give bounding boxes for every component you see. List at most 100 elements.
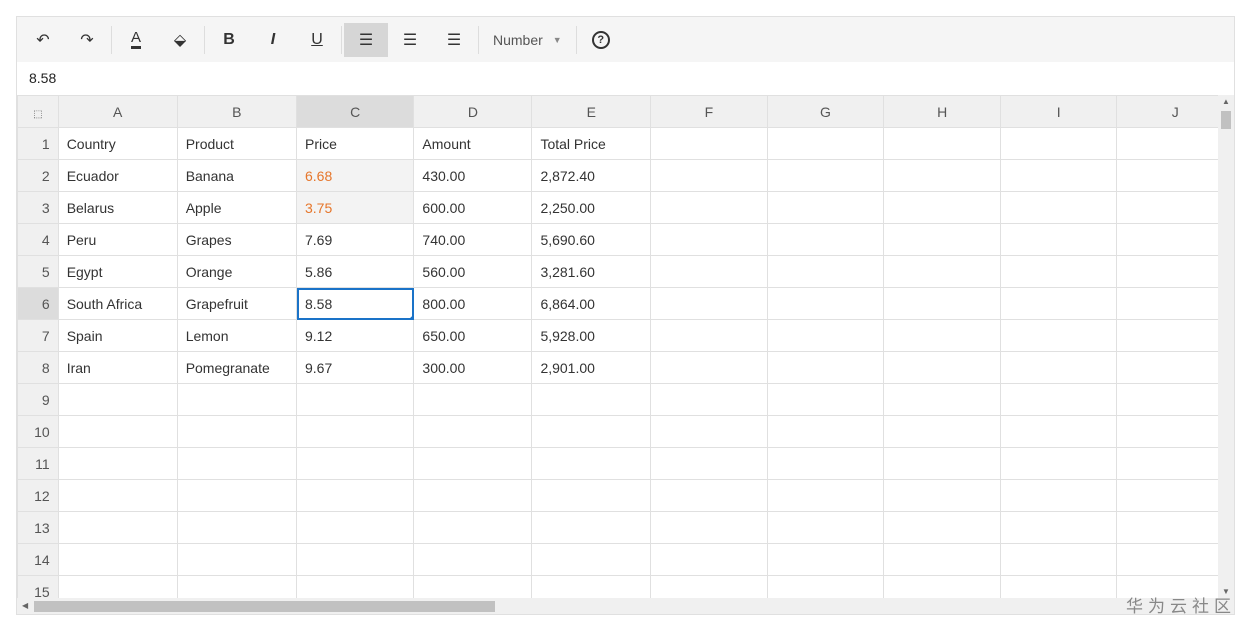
cell-d5[interactable]: 560.00 xyxy=(413,255,533,288)
cell-h12[interactable] xyxy=(883,479,1001,512)
cell-f6[interactable] xyxy=(650,287,768,320)
vertical-scrollbar[interactable]: ▲ ▼ xyxy=(1218,95,1234,598)
row-header[interactable]: 6 xyxy=(17,287,59,320)
column-header-g[interactable]: G xyxy=(766,95,885,128)
cell-b14[interactable] xyxy=(176,543,298,576)
cell-d6[interactable]: 800.00 xyxy=(413,287,533,320)
scroll-left-icon[interactable]: ◀ xyxy=(22,601,28,610)
cell-f5[interactable] xyxy=(650,255,768,288)
cell-f4[interactable] xyxy=(650,223,768,256)
redo-button[interactable]: ↷ xyxy=(65,23,109,57)
row-header[interactable]: 4 xyxy=(17,223,59,256)
cell-g12[interactable] xyxy=(766,479,885,512)
cell-e9[interactable] xyxy=(531,383,652,416)
bold-button[interactable]: B xyxy=(207,23,251,57)
row-header[interactable]: 13 xyxy=(17,511,59,544)
cell-e5[interactable]: 3,281.60 xyxy=(531,255,652,288)
cell-a2[interactable]: Ecuador xyxy=(57,159,178,192)
cell-b3[interactable]: Apple xyxy=(176,191,298,224)
cell-i8[interactable] xyxy=(999,351,1118,384)
cell-f3[interactable] xyxy=(650,191,768,224)
cell-f9[interactable] xyxy=(650,383,768,416)
cell-b8[interactable]: Pomegranate xyxy=(176,351,298,384)
cell-i6[interactable] xyxy=(999,287,1118,320)
cell-d3[interactable]: 600.00 xyxy=(413,191,533,224)
cell-h11[interactable] xyxy=(883,447,1001,480)
cell-a12[interactable] xyxy=(57,479,178,512)
cell-b5[interactable]: Orange xyxy=(176,255,298,288)
cell-j8[interactable] xyxy=(1116,351,1234,384)
select-all-button[interactable]: ⬚ xyxy=(17,95,59,128)
cell-i7[interactable] xyxy=(999,319,1118,352)
cell-e12[interactable] xyxy=(531,479,652,512)
cell-f12[interactable] xyxy=(650,479,768,512)
cell-i4[interactable] xyxy=(999,223,1118,256)
cell-h10[interactable] xyxy=(883,415,1001,448)
number-format-dropdown[interactable]: Number ▼ xyxy=(481,32,574,48)
cell-b2[interactable]: Banana xyxy=(176,159,298,192)
row-header[interactable]: 8 xyxy=(17,351,59,384)
cell-a6[interactable]: South Africa xyxy=(57,287,178,320)
row-header[interactable]: 3 xyxy=(17,191,59,224)
cell-a8[interactable]: Iran xyxy=(57,351,178,384)
cell-i2[interactable] xyxy=(999,159,1118,192)
cell-e1[interactable]: Total Price xyxy=(531,127,652,160)
cell-h2[interactable] xyxy=(883,159,1001,192)
help-button[interactable]: ? xyxy=(579,23,623,57)
cell-d12[interactable] xyxy=(413,479,533,512)
cell-e7[interactable]: 5,928.00 xyxy=(531,319,652,352)
cell-j2[interactable] xyxy=(1116,159,1234,192)
cell-j13[interactable] xyxy=(1116,511,1234,544)
cell-g9[interactable] xyxy=(766,383,885,416)
cell-a5[interactable]: Egypt xyxy=(57,255,178,288)
cell-c9[interactable] xyxy=(295,383,415,416)
cell-b9[interactable] xyxy=(176,383,298,416)
cell-c7[interactable]: 9.12 xyxy=(295,319,415,352)
cell-j5[interactable] xyxy=(1116,255,1234,288)
cell-e8[interactable]: 2,901.00 xyxy=(531,351,652,384)
cell-h1[interactable] xyxy=(883,127,1001,160)
cell-f8[interactable] xyxy=(650,351,768,384)
cell-h8[interactable] xyxy=(883,351,1001,384)
vertical-scroll-thumb[interactable] xyxy=(1221,111,1231,129)
cell-b7[interactable]: Lemon xyxy=(176,319,298,352)
cell-a7[interactable]: Spain xyxy=(57,319,178,352)
row-header[interactable]: 14 xyxy=(17,543,59,576)
column-header-j[interactable]: J xyxy=(1116,95,1234,128)
cell-d13[interactable] xyxy=(413,511,533,544)
cell-g5[interactable] xyxy=(766,255,885,288)
cell-c14[interactable] xyxy=(295,543,415,576)
cell-j11[interactable] xyxy=(1116,447,1234,480)
underline-button[interactable]: U xyxy=(295,23,339,57)
cell-c6[interactable]: 8.58 xyxy=(295,287,415,320)
row-header[interactable]: 2 xyxy=(17,159,59,192)
cell-b13[interactable] xyxy=(176,511,298,544)
cell-b1[interactable]: Product xyxy=(176,127,298,160)
cell-i10[interactable] xyxy=(999,415,1118,448)
column-header-i[interactable]: I xyxy=(999,95,1118,128)
cell-e6[interactable]: 6,864.00 xyxy=(531,287,652,320)
cell-j1[interactable] xyxy=(1116,127,1234,160)
cell-j3[interactable] xyxy=(1116,191,1234,224)
cell-e2[interactable]: 2,872.40 xyxy=(531,159,652,192)
cell-h7[interactable] xyxy=(883,319,1001,352)
cell-d7[interactable]: 650.00 xyxy=(413,319,533,352)
cell-d8[interactable]: 300.00 xyxy=(413,351,533,384)
column-header-e[interactable]: E xyxy=(531,95,652,128)
cell-c3[interactable]: 3.75 xyxy=(295,191,415,224)
cell-i9[interactable] xyxy=(999,383,1118,416)
cell-c8[interactable]: 9.67 xyxy=(295,351,415,384)
cell-b6[interactable]: Grapefruit xyxy=(176,287,298,320)
cell-g4[interactable] xyxy=(766,223,885,256)
cell-e4[interactable]: 5,690.60 xyxy=(531,223,652,256)
cell-c4[interactable]: 7.69 xyxy=(295,223,415,256)
horizontal-scrollbar[interactable]: ◀ xyxy=(17,598,1234,614)
column-header-b[interactable]: B xyxy=(176,95,298,128)
cell-j10[interactable] xyxy=(1116,415,1234,448)
fill-color-button[interactable]: ⬙ xyxy=(158,23,202,57)
cell-g13[interactable] xyxy=(766,511,885,544)
cell-b10[interactable] xyxy=(176,415,298,448)
horizontal-scroll-thumb[interactable] xyxy=(34,601,495,612)
cell-e13[interactable] xyxy=(531,511,652,544)
cell-d14[interactable] xyxy=(413,543,533,576)
